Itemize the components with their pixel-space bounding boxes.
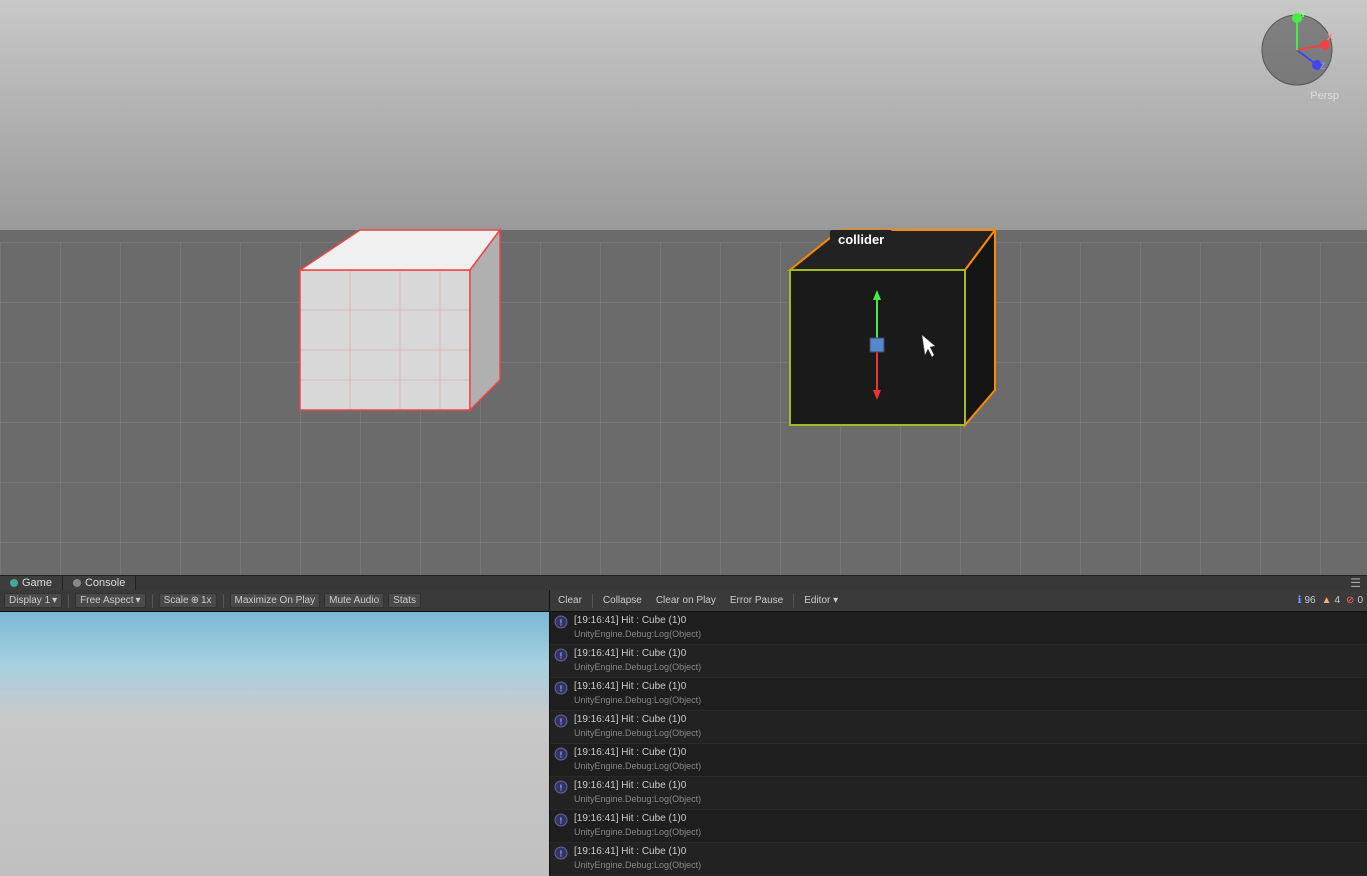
toolbar-sep-1 — [68, 594, 69, 608]
log-icon: ! — [554, 648, 568, 662]
clear-on-play-button[interactable]: Clear on Play — [652, 594, 720, 607]
svg-text:X: X — [1327, 32, 1333, 42]
log-icon: ! — [554, 813, 568, 827]
mute-button[interactable]: Mute Audio — [324, 593, 384, 608]
scale-label: Scale — [164, 595, 189, 606]
log-entry[interactable]: ! [19:16:41] Hit : Cube (1)0UnityEngine.… — [550, 777, 1367, 810]
game-panel: Display 1 ▾ Free Aspect ▾ Scale ⊕ 1x Max… — [0, 590, 550, 876]
gizmo-widget: Z X Y — [1257, 10, 1337, 100]
svg-text:Y: Y — [1300, 10, 1306, 19]
svg-text:!: ! — [560, 685, 563, 694]
svg-text:!: ! — [560, 751, 563, 760]
mute-label: Mute Audio — [329, 595, 379, 606]
log-entry[interactable]: ! [19:16:41] Hit : Cube (1)0UnityEngine.… — [550, 645, 1367, 678]
scale-control[interactable]: Scale ⊕ 1x — [159, 593, 217, 608]
aspect-selector[interactable]: Free Aspect ▾ — [75, 593, 145, 608]
svg-text:!: ! — [560, 850, 563, 859]
info-badge: ℹ 96 — [1298, 595, 1316, 606]
console-badge-area: ℹ 96 ▲ 4 ⊘ 0 — [1298, 595, 1363, 606]
console-sep-2 — [793, 594, 794, 608]
error-pause-button[interactable]: Error Pause — [726, 594, 787, 607]
log-text: [19:16:41] Hit : Cube (1)0UnityEngine.De… — [574, 680, 701, 708]
info-count: 96 — [1304, 595, 1315, 606]
log-icon: ! — [554, 714, 568, 728]
aspect-chevron: ▾ — [136, 595, 141, 606]
console-tab-indicator — [73, 579, 81, 587]
stats-button[interactable]: Stats — [388, 593, 421, 608]
log-entry[interactable]: ! [19:16:41] Hit : Cube (1)0UnityEngine.… — [550, 678, 1367, 711]
log-icon: ! — [554, 681, 568, 695]
log-entry[interactable]: ! [19:16:41] Hit : Cube (1)0UnityEngine.… — [550, 843, 1367, 876]
scene-view[interactable]: collider Z X Y Persp — [0, 0, 1367, 575]
collapse-button[interactable]: Collapse — [599, 594, 646, 607]
scene-sky — [0, 0, 1367, 230]
svg-text:Z: Z — [1320, 61, 1326, 71]
tab-bar: Game Console ☰ — [0, 575, 1367, 590]
console-tab[interactable]: Console — [63, 576, 136, 590]
toolbar-sep-3 — [223, 594, 224, 608]
log-icon: ! — [554, 747, 568, 761]
log-text: [19:16:41] Hit : Cube (1)0UnityEngine.De… — [574, 779, 701, 807]
game-horizon — [0, 691, 549, 694]
maximize-button[interactable]: Maximize On Play — [230, 593, 321, 608]
err-icon: ⊘ — [1346, 595, 1354, 606]
console-toolbar: Clear Collapse Clear on Play Error Pause… — [550, 590, 1367, 612]
tab-menu-button[interactable]: ☰ — [1344, 576, 1367, 590]
log-entry[interactable]: ! [19:16:41] Hit : Cube (1)0UnityEngine.… — [550, 612, 1367, 645]
log-text: [19:16:41] Hit : Cube (1)0UnityEngine.De… — [574, 614, 701, 642]
clear-button[interactable]: Clear — [554, 594, 586, 607]
scale-value: 1x — [201, 595, 212, 606]
aspect-label: Free Aspect — [80, 595, 133, 606]
bottom-area: Game Console ☰ Display 1 ▾ Free Aspect ▾ — [0, 575, 1367, 821]
game-tab-indicator — [10, 579, 18, 587]
stats-label: Stats — [393, 595, 416, 606]
svg-text:!: ! — [560, 817, 563, 826]
log-entry[interactable]: ! [19:16:41] Hit : Cube (1)0UnityEngine.… — [550, 711, 1367, 744]
toolbar-sep-2 — [152, 594, 153, 608]
warn-count: 4 — [1334, 595, 1340, 606]
game-viewport[interactable] — [0, 612, 549, 876]
scene-grid — [0, 242, 1367, 576]
display-chevron: ▾ — [52, 595, 57, 606]
cube-left — [270, 220, 510, 450]
console-panel: Clear Collapse Clear on Play Error Pause… — [550, 590, 1367, 876]
log-text: [19:16:41] Hit : Cube (1)0UnityEngine.De… — [574, 647, 701, 675]
console-log[interactable]: ! [19:16:41] Hit : Cube (1)0UnityEngine.… — [550, 612, 1367, 876]
svg-text:!: ! — [560, 784, 563, 793]
persp-label: Persp — [1310, 90, 1339, 102]
warn-badge: ▲ 4 — [1322, 595, 1340, 606]
log-entry[interactable]: ! [19:16:41] Hit : Cube (1)0UnityEngine.… — [550, 744, 1367, 777]
scale-icon: ⊕ — [191, 595, 199, 606]
log-text: [19:16:41] Hit : Cube (1)0UnityEngine.De… — [574, 812, 701, 840]
display-selector[interactable]: Display 1 ▾ — [4, 593, 62, 608]
log-text: [19:16:41] Hit : Cube (1)0UnityEngine.De… — [574, 746, 701, 774]
err-badge: ⊘ 0 — [1346, 595, 1363, 606]
svg-text:!: ! — [560, 652, 563, 661]
collider-label: collider — [830, 230, 892, 249]
editor-dropdown[interactable]: Editor ▾ — [800, 594, 842, 607]
console-tab-label: Console — [85, 577, 125, 589]
game-tab[interactable]: Game — [0, 576, 63, 590]
svg-text:!: ! — [560, 619, 563, 628]
panels-row: Display 1 ▾ Free Aspect ▾ Scale ⊕ 1x Max… — [0, 590, 1367, 876]
svg-text:!: ! — [560, 718, 563, 727]
log-text: [19:16:41] Hit : Cube (1)0UnityEngine.De… — [574, 713, 701, 741]
log-entry[interactable]: ! [19:16:41] Hit : Cube (1)0UnityEngine.… — [550, 810, 1367, 843]
display-label: Display 1 — [9, 595, 50, 606]
err-count: 0 — [1357, 595, 1363, 606]
cube-right — [770, 215, 1010, 460]
info-icon: ℹ — [1298, 595, 1302, 606]
log-icon: ! — [554, 846, 568, 860]
log-icon: ! — [554, 615, 568, 629]
warn-icon: ▲ — [1322, 595, 1332, 606]
game-toolbar: Display 1 ▾ Free Aspect ▾ Scale ⊕ 1x Max… — [0, 590, 549, 612]
log-icon: ! — [554, 780, 568, 794]
maximize-label: Maximize On Play — [235, 595, 316, 606]
log-text: [19:16:41] Hit : Cube (1)0UnityEngine.De… — [574, 845, 701, 873]
game-tab-label: Game — [22, 577, 52, 589]
console-sep-1 — [592, 594, 593, 608]
